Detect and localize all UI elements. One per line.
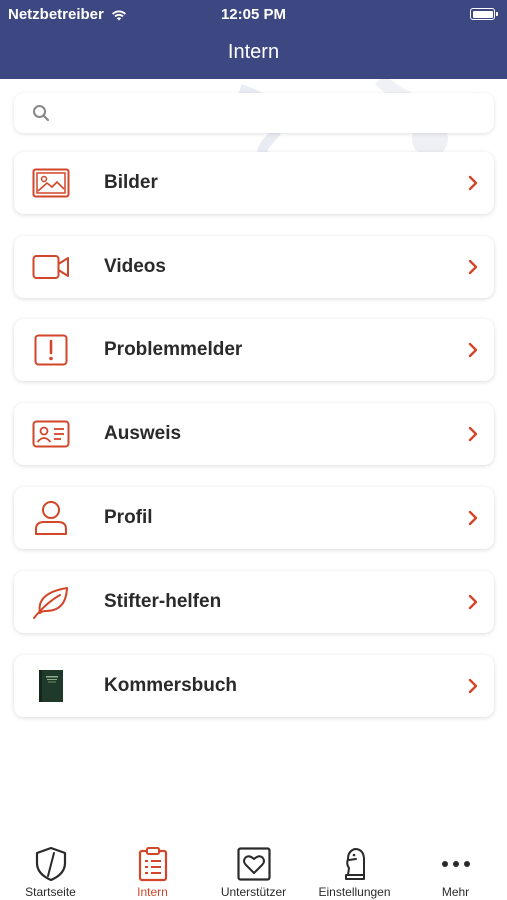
status-time: 12:05 PM	[220, 6, 287, 23]
chevron-right-icon	[468, 510, 478, 526]
tab-label: Startseite	[25, 885, 76, 899]
menu-item-label: Problemmelder	[104, 339, 243, 360]
tab-intern[interactable]: Intern	[102, 845, 203, 900]
chevron-right-icon	[468, 342, 478, 358]
search-bar[interactable]	[14, 93, 494, 133]
menu-item-label: Stifter-helfen	[104, 591, 222, 612]
tab-label: Intern	[137, 885, 168, 899]
user-icon	[32, 501, 70, 535]
tab-label: Einstellungen	[318, 885, 391, 899]
shield-icon	[34, 845, 68, 883]
menu-item-profil[interactable]: Profil	[14, 487, 494, 549]
tab-bar: Startseite Intern Unterstützer Einstellu…	[0, 833, 507, 900]
tab-mehr[interactable]: Mehr	[405, 845, 506, 900]
menu-item-label: Profil	[104, 507, 153, 528]
menu-item-videos[interactable]: Videos	[14, 236, 494, 298]
tab-unterstuetzer[interactable]: Unterstützer	[203, 845, 304, 900]
tab-einstellungen[interactable]: Einstellungen	[304, 845, 405, 900]
search-icon	[33, 105, 50, 122]
battery-icon	[470, 8, 498, 20]
heart-icon	[236, 845, 271, 883]
book-cover-icon	[32, 669, 70, 703]
menu-item-label: Ausweis	[104, 423, 182, 444]
clipboard-list-icon	[138, 845, 168, 883]
chevron-right-icon	[468, 426, 478, 442]
menu-item-label: Videos	[104, 256, 166, 277]
chevron-right-icon	[468, 594, 478, 610]
menu-item-stifter-helfen[interactable]: Stifter-helfen	[14, 571, 494, 633]
chevron-right-icon	[468, 259, 478, 275]
menu-item-bilder[interactable]: Bilder	[14, 152, 494, 214]
navigation-header: Netzbetreiber 12:05 PM Intern	[0, 0, 507, 79]
menu-item-label: Kommersbuch	[104, 675, 238, 696]
tab-startseite[interactable]: Startseite	[0, 845, 101, 900]
menu-item-problemmelder[interactable]: Problemmelder	[14, 319, 494, 381]
tab-label: Mehr	[441, 885, 470, 899]
id-card-icon	[32, 417, 70, 451]
search-input[interactable]	[62, 93, 482, 133]
more-dots-icon	[441, 845, 471, 883]
menu-item-kommersbuch[interactable]: Kommersbuch	[14, 655, 494, 717]
tab-label: Unterstützer	[220, 885, 287, 899]
video-camera-icon	[32, 250, 70, 284]
exclamation-icon	[32, 333, 70, 367]
leaf-icon	[32, 585, 70, 619]
chevron-right-icon	[468, 678, 478, 694]
chevron-right-icon	[468, 175, 478, 191]
image-icon	[32, 166, 70, 200]
menu-item-label: Bilder	[104, 172, 158, 193]
status-bar: Netzbetreiber 12:05 PM	[0, 0, 507, 28]
chess-knight-icon	[340, 845, 370, 883]
menu-item-ausweis[interactable]: Ausweis	[14, 403, 494, 465]
page-title: Intern	[227, 41, 280, 63]
